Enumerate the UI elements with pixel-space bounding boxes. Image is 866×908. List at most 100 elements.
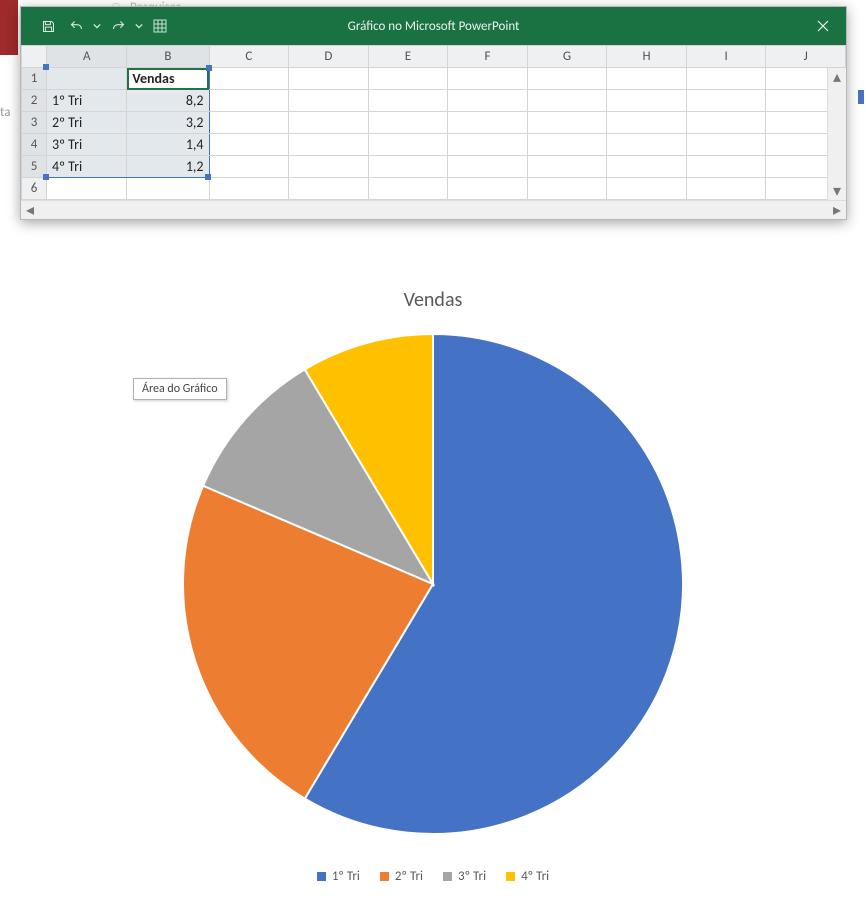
cell[interactable]: 4º Tri bbox=[47, 156, 127, 178]
cell[interactable] bbox=[686, 178, 766, 200]
cell[interactable] bbox=[289, 178, 369, 200]
cell[interactable] bbox=[368, 134, 448, 156]
column-header[interactable]: C bbox=[209, 46, 289, 68]
cell[interactable] bbox=[527, 68, 607, 90]
cell[interactable] bbox=[47, 178, 127, 200]
cell[interactable]: 1,4 bbox=[127, 134, 209, 156]
cell[interactable] bbox=[289, 112, 369, 134]
cell[interactable] bbox=[368, 178, 448, 200]
cell[interactable] bbox=[607, 90, 687, 112]
cell[interactable] bbox=[607, 156, 687, 178]
scroll-down-icon[interactable]: ▾ bbox=[828, 182, 846, 200]
close-button[interactable] bbox=[800, 7, 846, 45]
chart-area[interactable]: Vendas Área do Gráfico 1º Tri 2º Tri 3º Tr… bbox=[0, 288, 866, 884]
cell[interactable] bbox=[289, 90, 369, 112]
cell[interactable] bbox=[448, 68, 528, 90]
column-header[interactable]: E bbox=[368, 46, 448, 68]
row-header[interactable]: 1 bbox=[22, 68, 47, 90]
cell[interactable] bbox=[209, 90, 289, 112]
cell[interactable]: 8,2 bbox=[127, 90, 209, 112]
row-header[interactable]: 4 bbox=[22, 134, 47, 156]
cell[interactable] bbox=[686, 90, 766, 112]
cell[interactable] bbox=[209, 68, 289, 90]
column-header[interactable]: G bbox=[527, 46, 607, 68]
scroll-left-icon[interactable]: ◂ bbox=[21, 201, 39, 219]
cell[interactable] bbox=[686, 68, 766, 90]
cell[interactable] bbox=[527, 178, 607, 200]
cell[interactable] bbox=[47, 68, 127, 90]
pie-chart[interactable] bbox=[173, 324, 693, 844]
column-header[interactable]: J bbox=[766, 46, 846, 68]
range-handle[interactable] bbox=[43, 174, 49, 180]
cell[interactable] bbox=[607, 68, 687, 90]
spreadsheet-grid[interactable]: ABCDEFGHIJ 1 Vendas 21º Tri8,2 32º Tri3,2 43º… bbox=[21, 45, 846, 200]
chart-title[interactable]: Vendas bbox=[0, 288, 866, 312]
row-header[interactable]: 2 bbox=[22, 90, 47, 112]
cell[interactable] bbox=[527, 90, 607, 112]
cell[interactable] bbox=[448, 134, 528, 156]
range-handle[interactable] bbox=[43, 64, 49, 70]
cell[interactable] bbox=[607, 134, 687, 156]
cell[interactable] bbox=[686, 134, 766, 156]
cell[interactable]: 2º Tri bbox=[47, 112, 127, 134]
cell[interactable] bbox=[289, 156, 369, 178]
scroll-up-icon[interactable]: ▴ bbox=[828, 68, 846, 86]
range-handle[interactable] bbox=[205, 174, 211, 180]
cell[interactable] bbox=[448, 178, 528, 200]
range-handle[interactable] bbox=[206, 65, 212, 71]
scroll-right-icon[interactable]: ▸ bbox=[828, 201, 846, 219]
cell[interactable] bbox=[368, 68, 448, 90]
cell[interactable] bbox=[607, 178, 687, 200]
row-header[interactable]: 3 bbox=[22, 112, 47, 134]
scroll-track[interactable] bbox=[39, 201, 828, 219]
cell[interactable]: 1,2 bbox=[127, 156, 209, 178]
cell[interactable] bbox=[368, 112, 448, 134]
cell[interactable] bbox=[209, 134, 289, 156]
column-header[interactable]: I bbox=[686, 46, 766, 68]
chart-tooltip: Área do Gráfico bbox=[133, 378, 227, 400]
pie-wrap: Área do Gráfico bbox=[173, 324, 693, 844]
cell[interactable] bbox=[127, 178, 209, 200]
cell[interactable] bbox=[209, 112, 289, 134]
cell[interactable] bbox=[686, 156, 766, 178]
cell[interactable] bbox=[209, 156, 289, 178]
legend-item[interactable]: 2º Tri bbox=[380, 869, 423, 884]
cell[interactable] bbox=[448, 112, 528, 134]
cell[interactable] bbox=[448, 90, 528, 112]
vertical-scrollbar[interactable]: ▴ ▾ bbox=[827, 68, 846, 200]
cell[interactable] bbox=[448, 156, 528, 178]
cell[interactable] bbox=[527, 134, 607, 156]
cell[interactable] bbox=[289, 68, 369, 90]
column-header[interactable]: H bbox=[607, 46, 687, 68]
legend-item[interactable]: 4º Tri bbox=[506, 869, 549, 884]
datasheet-icon[interactable] bbox=[147, 13, 173, 39]
redo-icon[interactable] bbox=[105, 13, 131, 39]
save-icon[interactable] bbox=[35, 13, 61, 39]
cell[interactable] bbox=[289, 134, 369, 156]
column-header[interactable]: F bbox=[448, 46, 528, 68]
cell[interactable] bbox=[686, 112, 766, 134]
cell[interactable]: 3,2 bbox=[127, 112, 209, 134]
cell[interactable] bbox=[527, 156, 607, 178]
column-header[interactable]: D bbox=[289, 46, 369, 68]
horizontal-scrollbar[interactable]: ◂ ▸ bbox=[21, 200, 846, 219]
undo-dropdown-icon[interactable] bbox=[91, 13, 103, 39]
cell[interactable] bbox=[209, 178, 289, 200]
row-header[interactable]: 6 bbox=[22, 178, 47, 200]
redo-dropdown-icon[interactable] bbox=[133, 13, 145, 39]
cell[interactable] bbox=[368, 90, 448, 112]
powerpoint-rail bbox=[0, 0, 18, 55]
column-header[interactable]: B bbox=[127, 46, 209, 68]
cell[interactable]: 3º Tri bbox=[47, 134, 127, 156]
legend-item[interactable]: 3º Tri bbox=[443, 869, 486, 884]
cell[interactable] bbox=[527, 112, 607, 134]
cell[interactable] bbox=[607, 112, 687, 134]
column-header[interactable]: A bbox=[47, 46, 127, 68]
cell[interactable]: 1º Tri bbox=[47, 90, 127, 112]
legend-item[interactable]: 1º Tri bbox=[317, 869, 360, 884]
titlebar[interactable]: Gráfico no Microsoft PowerPoint bbox=[21, 7, 846, 45]
cell[interactable]: Vendas bbox=[127, 68, 209, 90]
chart-legend[interactable]: 1º Tri 2º Tri 3º Tri 4º Tri bbox=[0, 869, 866, 884]
cell[interactable] bbox=[368, 156, 448, 178]
undo-icon[interactable] bbox=[63, 13, 89, 39]
